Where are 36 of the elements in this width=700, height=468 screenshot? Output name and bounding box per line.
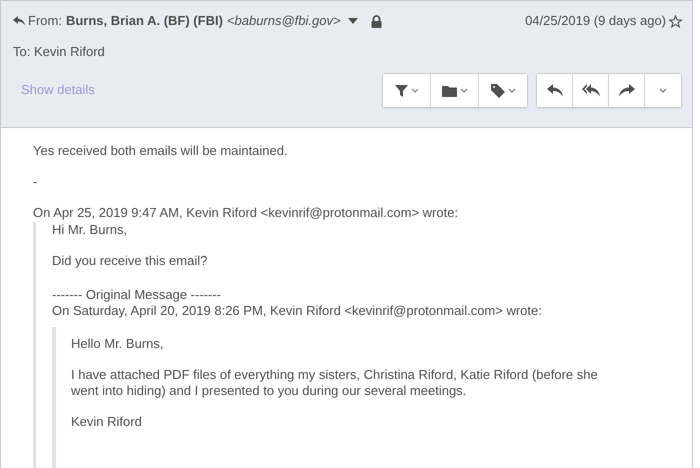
show-details-link[interactable]: Show details: [21, 82, 95, 97]
tag-button[interactable]: [479, 74, 527, 107]
filter-button[interactable]: [383, 74, 431, 107]
message-paragraph: -: [33, 174, 38, 190]
quoted-paragraph: Did you receive this email?: [52, 253, 208, 269]
sender-email: <baburns@fbi.gov>: [226, 13, 341, 29]
star-icon[interactable]: [669, 14, 682, 28]
forward-button[interactable]: [609, 74, 645, 107]
quote-attribution: On Saturday, April 20, 2019 8:26 PM, Kevin Riford <kevinrif@protonmail.com> wrote:: [52, 303, 543, 319]
original-message-header: ------- Original Message -------: [52, 287, 222, 303]
lock-icon: [370, 14, 382, 28]
date-text: 04/25/2019 (9 days ago): [525, 13, 666, 29]
filter-icon: [394, 84, 408, 96]
folder-icon: [442, 84, 456, 96]
reply-icon: [13, 16, 25, 26]
reply-button[interactable]: [537, 74, 573, 107]
forward-icon: [618, 84, 634, 97]
quoted-paragraph: Kevin Riford: [71, 414, 143, 430]
quoted-paragraph: I have attached PDF files of everything my sisters, Christina Riford, Katie Riford (before she went into hiding) and I presented to you during our several meetings.: [71, 367, 599, 399]
message-paragraph: Yes received both emails will be maintained.: [33, 143, 289, 159]
sender-name: Burns, Brian A. (BF) (FBI): [66, 13, 223, 29]
chevron-down-icon: [460, 88, 468, 93]
quote-attribution: On Apr 25, 2019 9:47 AM, Kevin Riford <kevinrif@protonmail.com> wrote:: [33, 205, 460, 221]
chevron-down-icon: [410, 88, 418, 93]
quoted-paragraph: Hi Mr. Burns,: [52, 222, 128, 238]
recipient-line: To: Kevin Riford: [13, 44, 105, 59]
quoted-paragraph: Hello Mr. Burns,: [71, 336, 164, 352]
dropdown-caret-icon[interactable]: [348, 18, 358, 24]
reply-icon: [546, 84, 562, 97]
tag-icon: [490, 84, 504, 98]
folder-button[interactable]: [431, 74, 479, 107]
reply-all-icon: [582, 84, 600, 97]
reply-all-button[interactable]: [573, 74, 609, 107]
from-label: From:: [28, 13, 62, 29]
chevron-down-icon: [659, 88, 667, 93]
chevron-down-icon: [508, 88, 516, 93]
